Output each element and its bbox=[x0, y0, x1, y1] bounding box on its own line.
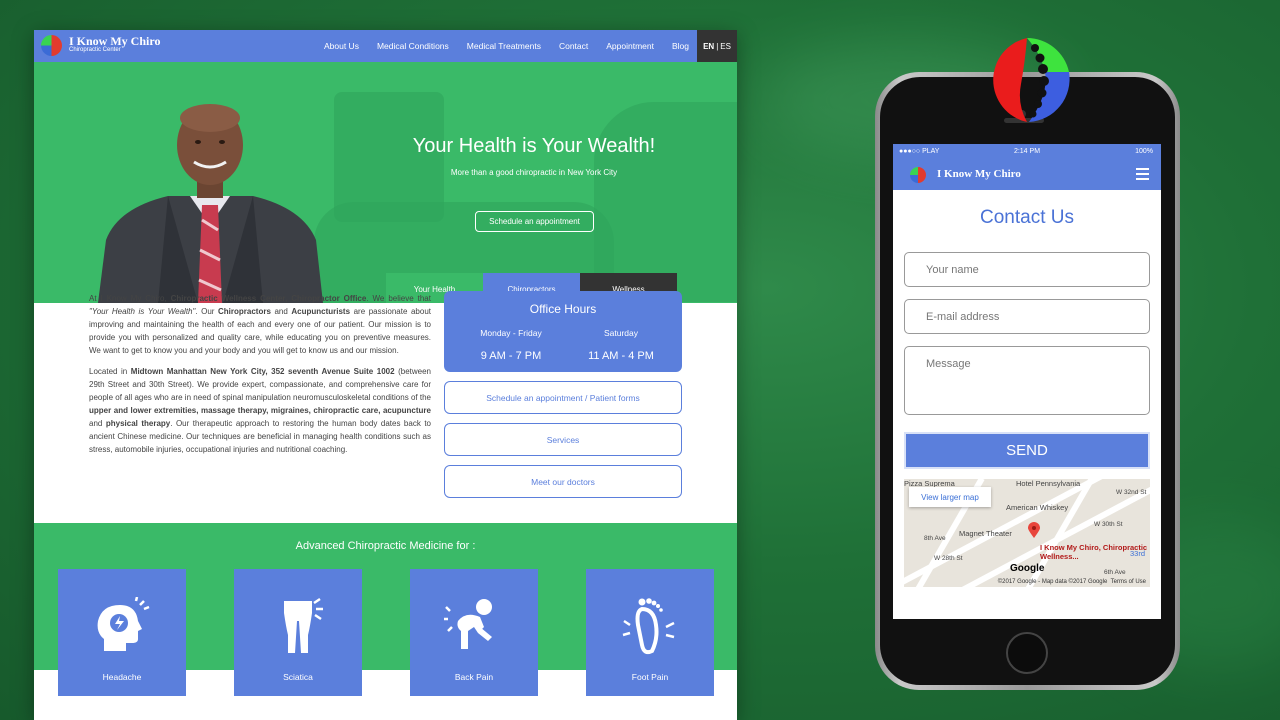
google-logo: Google bbox=[1010, 563, 1045, 574]
map-street-label: W 30th St bbox=[1094, 521, 1123, 528]
meet-doctors-button[interactable]: Meet our doctors bbox=[444, 465, 682, 498]
email-input[interactable]: E-mail address bbox=[904, 299, 1150, 334]
nav-about-us[interactable]: About Us bbox=[324, 41, 359, 51]
map-label: Magnet Theater bbox=[959, 529, 1012, 538]
send-button[interactable]: SEND bbox=[904, 432, 1150, 469]
nav-medical-conditions[interactable]: Medical Conditions bbox=[377, 41, 449, 51]
home-button[interactable] bbox=[1006, 632, 1048, 674]
about-text: At I Know My Chiro, Chiropractic Wellnes… bbox=[89, 292, 431, 464]
brand-name[interactable]: I Know My Chiro bbox=[69, 35, 160, 47]
condition-label: Sciatica bbox=[283, 672, 313, 682]
map-street-label: W 32nd St bbox=[1116, 489, 1147, 496]
map-street-label: 6th Ave bbox=[1104, 569, 1126, 576]
weekday-label: Monday - Friday bbox=[480, 328, 542, 338]
logo-icon[interactable] bbox=[910, 167, 926, 183]
map-street-label: W 28th St bbox=[934, 555, 963, 562]
lang-es[interactable]: ES bbox=[720, 42, 731, 51]
condition-card-foot-pain[interactable]: Foot Pain bbox=[586, 569, 714, 696]
message-textarea[interactable]: Message bbox=[904, 346, 1150, 415]
condition-card-sciatica[interactable]: Sciatica bbox=[234, 569, 362, 696]
mobile-screen: ●●●○○ PLAY 2:14 PM 100% I Know My Chiro … bbox=[893, 144, 1161, 619]
saturday-hours: 11 AM - 4 PM bbox=[588, 350, 654, 362]
map-label: Hotel Pennsylvania bbox=[1016, 479, 1081, 488]
mobile-brand-name[interactable]: I Know My Chiro bbox=[937, 168, 1021, 180]
condition-label: Back Pain bbox=[454, 672, 494, 682]
condition-label: Headache bbox=[102, 672, 142, 682]
status-time: 2:14 PM bbox=[1013, 148, 1041, 155]
headache-icon bbox=[97, 597, 150, 651]
map-pin-icon[interactable] bbox=[1028, 522, 1040, 538]
view-larger-map-link[interactable]: View larger map bbox=[909, 487, 991, 507]
office-hours-panel: Office Hours Monday - Friday Saturday 9 … bbox=[444, 291, 682, 372]
foot-pain-icon bbox=[622, 598, 675, 655]
language-switcher: EN | ES bbox=[697, 30, 737, 62]
google-map[interactable]: Pizza Suprema Hotel Pennsylvania America… bbox=[904, 479, 1150, 587]
weekday-hours: 9 AM - 7 PM bbox=[480, 350, 542, 362]
map-place-label[interactable]: I Know My Chiro, Chiropractic Wellness..… bbox=[1040, 543, 1150, 561]
hero-section: Your Health is Your Wealth! More than a … bbox=[34, 62, 737, 303]
patient-forms-button[interactable]: Schedule an appointment / Patient forms bbox=[444, 381, 682, 414]
hero-title: Your Health is Your Wealth! bbox=[412, 135, 656, 157]
mobile-nav: I Know My Chiro bbox=[893, 160, 1161, 190]
name-input[interactable]: Your name bbox=[904, 252, 1150, 287]
brand-subtitle: Chiropractic Center bbox=[69, 47, 121, 53]
nav-medical-treatments[interactable]: Medical Treatments bbox=[467, 41, 541, 51]
condition-card-headache[interactable]: Headache bbox=[58, 569, 186, 696]
terms-link[interactable]: Terms of Use bbox=[1111, 579, 1146, 585]
office-hours-title: Office Hours bbox=[529, 302, 597, 316]
map-street-label: 8th Ave bbox=[924, 535, 946, 542]
condition-label: Foot Pain bbox=[631, 672, 669, 682]
spine-logo-icon bbox=[993, 38, 1070, 122]
hamburger-menu-icon[interactable] bbox=[1136, 168, 1149, 181]
sciatica-icon bbox=[284, 597, 323, 653]
map-footer: ©2017 Google - Map data ©2017 Google Ter… bbox=[997, 579, 1146, 585]
saturday-label: Saturday bbox=[603, 328, 639, 338]
map-label: American Whiskey bbox=[1006, 503, 1069, 512]
about-paragraph-1: At I Know My Chiro, Chiropractic Wellnes… bbox=[89, 294, 431, 355]
about-paragraph-2: Located in Midtown Manhattan New York Ci… bbox=[89, 367, 431, 454]
contact-title: Contact Us bbox=[980, 207, 1074, 228]
logo-icon[interactable] bbox=[41, 35, 62, 56]
doctor-photo bbox=[98, 104, 323, 303]
status-bar: ●●●○○ PLAY 2:14 PM 100% bbox=[893, 144, 1161, 160]
nav-appointment[interactable]: Appointment bbox=[606, 41, 654, 51]
services-button[interactable]: Services bbox=[444, 423, 682, 456]
lang-en[interactable]: EN bbox=[703, 42, 714, 51]
desktop-site: I Know My Chiro Chiropractic Center Abou… bbox=[34, 30, 737, 720]
condition-card-back-pain[interactable]: Back Pain bbox=[410, 569, 538, 696]
nav-menu: About Us Medical Conditions Medical Trea… bbox=[324, 30, 689, 62]
back-pain-icon bbox=[444, 599, 492, 649]
nav-contact[interactable]: Contact bbox=[559, 41, 588, 51]
nav-blog[interactable]: Blog bbox=[672, 41, 689, 51]
battery-level: 100% bbox=[1135, 148, 1153, 155]
schedule-appointment-button[interactable]: Schedule an appointment bbox=[475, 211, 594, 232]
advanced-medicine-title: Advanced Chiropractic Medicine for : bbox=[295, 540, 476, 552]
lang-separator: | bbox=[716, 41, 719, 51]
hero-subtitle: More than a good chiropractic in New Yor… bbox=[450, 168, 618, 177]
hero-background-shape bbox=[594, 102, 737, 302]
top-nav: I Know My Chiro Chiropractic Center Abou… bbox=[34, 30, 737, 62]
